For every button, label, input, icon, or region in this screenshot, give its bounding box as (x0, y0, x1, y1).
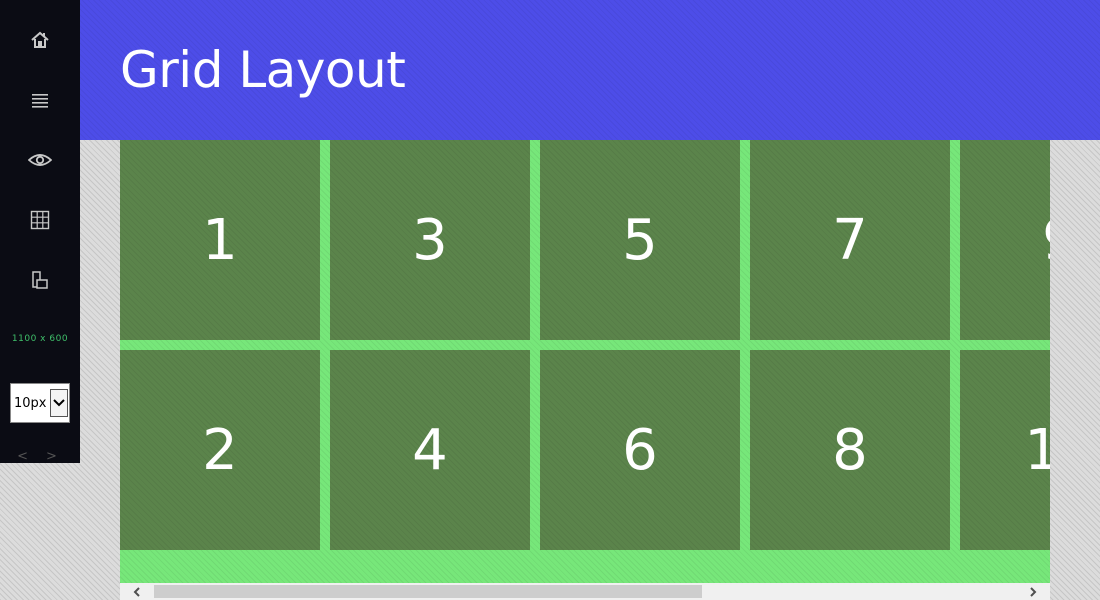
horizontal-scrollbar[interactable] (120, 583, 1050, 600)
eye-icon (28, 154, 52, 166)
grid-tile[interactable]: 10 (960, 350, 1050, 550)
preview-button[interactable] (0, 140, 80, 180)
prev-button[interactable]: < (17, 449, 46, 464)
sidebar: 1100 x 600 10px <> (0, 0, 80, 464)
header: Grid Layout (80, 0, 1100, 140)
menu-icon (32, 94, 48, 108)
gap-size-value: 10px (14, 395, 47, 411)
grid-tile[interactable]: 2 (120, 350, 320, 550)
chevron-right-icon (1030, 586, 1037, 597)
grid-viewport: 1 2 3 4 5 6 7 8 9 10 (120, 140, 1050, 583)
grid-tile[interactable]: 5 (540, 140, 740, 340)
scroll-left-button[interactable] (120, 583, 154, 600)
chevron-down-icon[interactable] (50, 389, 68, 417)
gap-size-select[interactable]: 10px (10, 383, 70, 423)
home-icon (31, 31, 49, 48)
dimensions-readout: 1100 x 600 (11, 334, 69, 344)
scrollbar-thumb[interactable] (154, 585, 702, 598)
grid-icon (30, 210, 50, 230)
scroll-right-button[interactable] (1016, 583, 1050, 600)
page-nav: <> (0, 449, 80, 464)
layout-icon (32, 271, 48, 289)
chevron-left-icon (133, 586, 140, 597)
grid-tile[interactable]: 8 (750, 350, 950, 550)
layout-button[interactable] (0, 260, 80, 300)
grid-tile[interactable]: 1 (120, 140, 320, 340)
grid-container: 1 2 3 4 5 6 7 8 9 10 (120, 140, 1050, 550)
menu-button[interactable] (0, 80, 80, 120)
next-button[interactable]: > (46, 449, 75, 464)
grid-tile[interactable]: 9 (960, 140, 1050, 340)
grid-tile[interactable]: 6 (540, 350, 740, 550)
grid-tile[interactable]: 7 (750, 140, 950, 340)
grid-tile[interactable]: 3 (330, 140, 530, 340)
grid-tile[interactable]: 4 (330, 350, 530, 550)
home-button[interactable] (0, 20, 80, 60)
grid-view-button[interactable] (0, 200, 80, 240)
page-title: Grid Layout (120, 41, 406, 99)
